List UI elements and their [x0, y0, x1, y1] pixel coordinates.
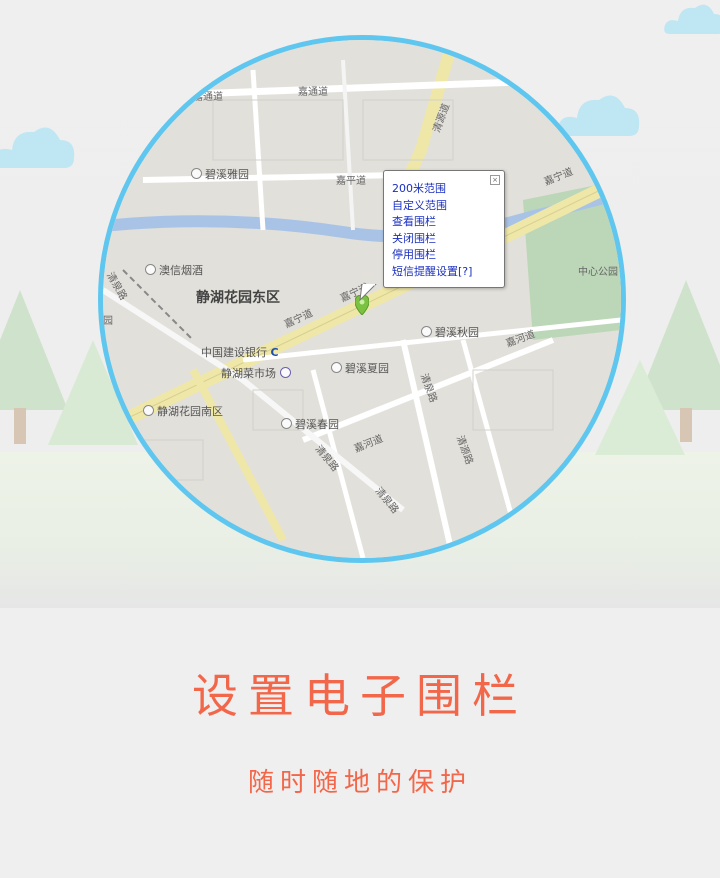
menu-item-200m-range[interactable]: 200米范围 [392, 181, 504, 198]
page-title: 设置电子围栏 [192, 669, 528, 723]
menu-item-sms-alert-settings[interactable]: 短信提醒设置[?] [392, 264, 504, 281]
map-area-label: 中心公园 [578, 267, 618, 278]
map-poi-label: 碧溪雅园 [191, 166, 249, 182]
map-area-label: 静湖花园东区 [196, 290, 280, 306]
map-view[interactable]: 嘉通道 嘉通道 清源道 碧溪雅园 嘉平道 嘉宁道 澳信烟酒 中心公园 静湖花园东… [98, 35, 626, 563]
menu-item-close-fence[interactable]: 关闭围栏 [392, 231, 504, 248]
map-poi-label: 中国建设银行 C [201, 346, 279, 359]
map-poi-label: 碧溪秋园 [421, 324, 479, 340]
popup-tail [359, 284, 377, 302]
map-poi-label: 碧溪夏园 [331, 360, 389, 376]
fence-menu: 200米范围 自定义范围 查看围栏 关闭围栏 停用围栏 短信提醒设置[?] [392, 181, 504, 280]
map-road-label: 嘉通道 [193, 92, 223, 103]
fence-popup: × 200米范围 自定义范围 查看围栏 关闭围栏 停用围栏 短信提醒设置[?] [383, 170, 505, 288]
map-road-label: 园 [103, 316, 113, 327]
page-subtitle: 随时随地的保护 [247, 768, 472, 798]
map-poi-label: 碧溪春园 [281, 416, 339, 432]
menu-item-view-fence[interactable]: 查看围栏 [392, 214, 504, 231]
cloud-icon [0, 127, 75, 168]
menu-item-custom-range[interactable]: 自定义范围 [392, 198, 504, 215]
close-icon[interactable]: × [490, 175, 500, 185]
map-road-label: 嘉平道 [336, 176, 366, 187]
map-road-label: 嘉通道 [298, 87, 328, 98]
cloud-icon [664, 4, 720, 34]
map-poi-label: 静湖菜市场 [221, 365, 294, 381]
map-poi-label: 静湖花园南区 [143, 403, 223, 419]
map-poi-label: 澳信烟酒 [145, 262, 203, 278]
menu-item-disable-fence[interactable]: 停用围栏 [392, 247, 504, 264]
